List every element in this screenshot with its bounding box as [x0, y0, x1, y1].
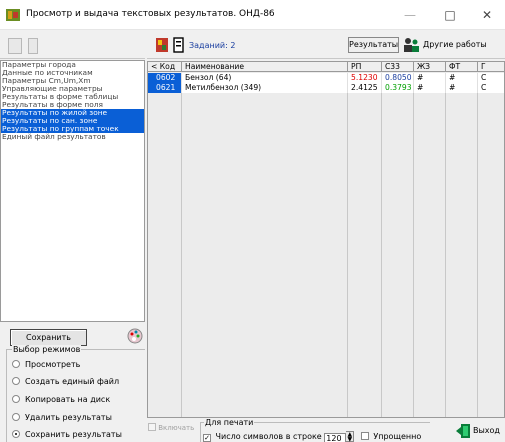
list-item[interactable]: Единый файл результатов [1, 133, 144, 141]
simplified-label: Упрощенно [373, 432, 422, 441]
cell-name[interactable]: Метилбензол (349) [182, 83, 348, 93]
right-toolbar: Заданий: 2 Результаты Другие работы [147, 31, 505, 59]
radio-view[interactable]: Просмотреть [12, 360, 80, 369]
bottom-bar: Включать Для печати ✓ Число символов в с… [147, 418, 505, 442]
other-works-button[interactable]: Другие работы [401, 35, 505, 55]
radio-create-single-file[interactable]: Создать единый файл [12, 377, 119, 386]
other-works-label: Другие работы [423, 40, 487, 49]
cell-c33[interactable]: 0.8050 [382, 73, 414, 83]
chars-count-input[interactable]: 120 [324, 433, 347, 442]
radio-indicator [12, 360, 20, 368]
list-item[interactable]: Параметры Cm,Um,Xm [1, 77, 144, 85]
radio-label: Копировать на диск [25, 395, 111, 404]
app-icon [6, 9, 20, 21]
radio-indicator-checked [12, 430, 20, 438]
list-item[interactable]: Результаты в форме таблицы [1, 93, 144, 101]
cell-zhz[interactable]: # [414, 73, 446, 83]
column-header-rp[interactable]: РП [348, 62, 382, 72]
radio-indicator [12, 395, 20, 403]
disabled-doc-icon [28, 38, 38, 54]
cell-g[interactable]: С [478, 83, 504, 93]
cell-name[interactable]: Бензол (64) [182, 73, 348, 83]
radio-indicator [12, 413, 20, 421]
radio-label: Просмотреть [25, 360, 81, 369]
cell-c33[interactable]: 0.3793 [382, 83, 414, 93]
title-bar: Просмотр и выдача текстовых результатов.… [0, 0, 505, 30]
save-button[interactable]: Сохранить [10, 329, 87, 346]
output-type-list[interactable]: Параметры города Данные по источникам Па… [0, 60, 145, 322]
include-checkbox: Включать [148, 423, 194, 432]
exit-button[interactable]: Выход [455, 422, 505, 440]
cell-rp[interactable]: 2.4125 [348, 83, 382, 93]
column-header-c33[interactable]: С33 [382, 62, 414, 72]
exit-icon [456, 424, 470, 438]
cell-zhz[interactable]: # [414, 83, 446, 93]
left-toolbar [0, 31, 145, 59]
tasks-count-label: Заданий: 2 [189, 41, 236, 50]
checkbox-box [148, 423, 156, 431]
radio-label: Удалить результаты [25, 413, 112, 422]
list-item[interactable]: Управляющие параметры [1, 85, 144, 93]
tool-icon[interactable] [155, 37, 169, 53]
chars-checkbox[interactable]: ✓ [203, 434, 211, 442]
radio-label: Сохранить результаты [25, 430, 122, 439]
window-title: Просмотр и выдача текстовых результатов.… [26, 9, 275, 19]
cell-g[interactable]: С [478, 73, 504, 83]
list-item-selected[interactable]: Результаты по группам точек [1, 125, 144, 133]
column-header-code[interactable]: < Код [148, 62, 182, 72]
cell-code[interactable]: 0621 [148, 83, 182, 93]
cell-ft[interactable]: # [446, 83, 478, 93]
list-item[interactable]: Результаты в форме поля [1, 101, 144, 109]
column-header-zhz[interactable]: ЖЗ [414, 62, 446, 72]
disabled-tool-icon [8, 38, 22, 54]
print-group: Для печати ✓ Число символов в строке 120… [200, 418, 430, 442]
list-item-selected[interactable]: Результаты по жилой зоне [1, 109, 144, 117]
list-item[interactable]: Данные по источникам [1, 69, 144, 77]
exit-label: Выход [473, 426, 500, 435]
radio-delete-results[interactable]: Удалить результаты [12, 413, 112, 422]
minimize-button[interactable]: — [391, 0, 429, 30]
include-label: Включать [158, 424, 195, 432]
results-grid[interactable]: < Код Наименование РП С33 ЖЗ ФТ Г 0602 Б… [147, 61, 505, 418]
cell-rp[interactable]: 5.1230 [348, 73, 382, 83]
radio-save-results[interactable]: Сохранить результаты [12, 430, 122, 439]
print-legend: Для печати [204, 418, 255, 427]
maximize-button[interactable]: □ [431, 0, 469, 30]
chars-count-spinner[interactable]: ▲ ▼ [346, 431, 355, 442]
chars-label: Число символов в строке [215, 432, 322, 441]
results-button[interactable]: Результаты [348, 37, 399, 53]
column-header-name[interactable]: Наименование [182, 62, 348, 72]
cell-ft[interactable]: # [446, 73, 478, 83]
grid-empty-area [148, 93, 504, 417]
cell-code[interactable]: 0602 [148, 73, 182, 83]
palette-icon[interactable] [126, 327, 144, 345]
radio-label: Создать единый файл [25, 377, 120, 386]
modes-group: Выбор режимов Просмотреть Создать единый… [6, 345, 145, 442]
list-item-selected[interactable]: Результаты по сан. зоне [1, 117, 144, 125]
save-area: Сохранить Выбор режимов Просмотреть Созд… [6, 326, 145, 442]
document-icon[interactable] [173, 37, 184, 53]
modes-legend: Выбор режимов [12, 345, 82, 354]
close-button[interactable]: ✕ [468, 0, 505, 30]
print-options-row: ✓ Число символов в строке 120 ▲ ▼ Упрощенн… [203, 431, 421, 442]
radio-indicator [12, 377, 20, 385]
people-icon [404, 38, 419, 52]
column-header-g[interactable]: Г [478, 62, 504, 72]
radio-copy-to-disk[interactable]: Копировать на диск [12, 395, 110, 404]
simplified-checkbox[interactable] [360, 432, 369, 440]
list-item[interactable]: Параметры города [1, 61, 144, 69]
column-header-ft[interactable]: ФТ [446, 62, 478, 72]
